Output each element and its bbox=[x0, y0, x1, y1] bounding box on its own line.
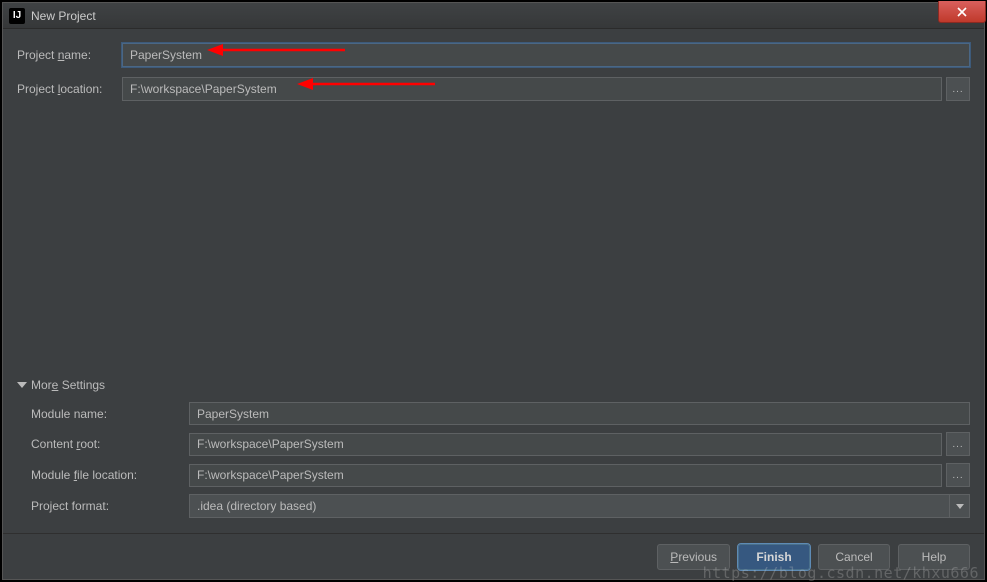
module-name-input[interactable] bbox=[189, 402, 970, 425]
dialog-content: Project name: Project location: ... More… bbox=[3, 29, 984, 533]
project-name-row: Project name: bbox=[17, 43, 970, 67]
browse-content-root-button[interactable]: ... bbox=[946, 432, 970, 456]
content-root-row: Content root: ... bbox=[31, 432, 970, 456]
chevron-down-icon bbox=[949, 495, 969, 517]
project-location-input[interactable] bbox=[122, 77, 942, 101]
project-name-input[interactable] bbox=[122, 43, 970, 67]
more-settings-body: Module name: Content root: ... Module fi… bbox=[17, 402, 970, 518]
project-location-label: Project location: bbox=[17, 82, 122, 96]
close-icon bbox=[956, 6, 968, 18]
project-format-value: .idea (directory based) bbox=[197, 499, 316, 513]
content-spacer bbox=[17, 111, 970, 370]
more-settings-toggle[interactable]: More Settings bbox=[17, 378, 970, 392]
close-button[interactable] bbox=[938, 1, 986, 23]
module-file-label: Module file location: bbox=[31, 468, 189, 482]
browse-module-file-button[interactable]: ... bbox=[946, 463, 970, 487]
content-root-input[interactable] bbox=[189, 433, 942, 456]
button-bar: Previous Finish Cancel Help bbox=[3, 533, 984, 579]
project-location-row: Project location: ... bbox=[17, 77, 970, 101]
module-name-label: Module name: bbox=[31, 407, 189, 421]
project-format-label: Project format: bbox=[31, 499, 189, 513]
content-root-label: Content root: bbox=[31, 437, 189, 451]
browse-location-button[interactable]: ... bbox=[946, 77, 970, 101]
help-button[interactable]: Help bbox=[898, 544, 970, 570]
titlebar: IJ New Project bbox=[3, 3, 984, 29]
module-file-row: Module file location: ... bbox=[31, 463, 970, 487]
window-title: New Project bbox=[31, 9, 96, 23]
project-format-row: Project format: .idea (directory based) bbox=[31, 494, 970, 518]
project-name-label: Project name: bbox=[17, 48, 122, 62]
previous-button[interactable]: Previous bbox=[657, 544, 730, 570]
finish-button[interactable]: Finish bbox=[738, 544, 810, 570]
more-settings-section: More Settings Module name: Content root:… bbox=[17, 378, 970, 525]
project-format-select[interactable]: .idea (directory based) bbox=[189, 494, 970, 518]
module-name-row: Module name: bbox=[31, 402, 970, 425]
more-settings-label: More Settings bbox=[31, 378, 105, 392]
cancel-button[interactable]: Cancel bbox=[818, 544, 890, 570]
module-file-input[interactable] bbox=[189, 464, 942, 487]
app-icon: IJ bbox=[9, 8, 25, 24]
new-project-dialog: IJ New Project Project name: Project loc… bbox=[2, 2, 985, 580]
expand-icon bbox=[17, 382, 27, 388]
